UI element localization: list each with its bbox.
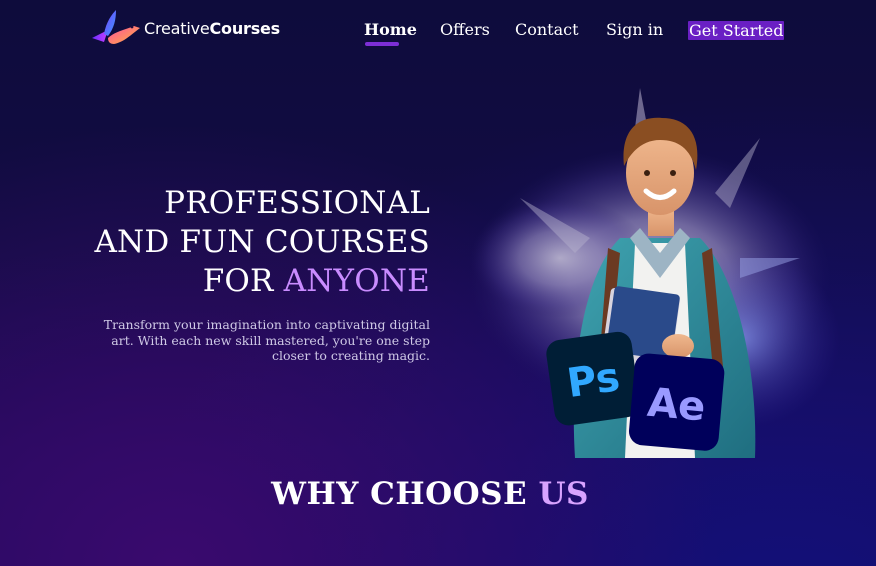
hero-title-line-2: AND FUN COURSES [94, 224, 430, 260]
brand-name-bold: Courses [209, 19, 280, 38]
brand-name: CreativeCourses [144, 19, 280, 38]
section-heading-plain: WHY CHOOSE [271, 476, 539, 512]
nav-link-home[interactable]: Home [364, 20, 417, 39]
brand-name-light: Creative [144, 19, 210, 38]
hero-title-accent: ANYONE [283, 263, 430, 299]
hero-title: PROFESSIONAL AND FUN COURSES FOR ANYONE [10, 184, 430, 301]
bird-logo-icon [92, 10, 140, 44]
photoshop-badge: Ps [546, 331, 640, 426]
active-nav-indicator [365, 42, 399, 46]
hero-title-line-3: FOR [202, 263, 284, 299]
hero-illustration: Ps Ae [470, 88, 840, 458]
hero-description: Transform your imagination into captivat… [103, 317, 430, 363]
section-heading-accent: US [538, 476, 589, 512]
hero-title-line-1: PROFESSIONAL [164, 185, 430, 221]
nav-link-contact[interactable]: Contact [515, 20, 579, 39]
get-started-button[interactable]: Get Started [688, 21, 785, 40]
nav-link-sign-in[interactable]: Sign in [606, 20, 663, 39]
nav-link-offers[interactable]: Offers [440, 20, 490, 39]
brand-logo[interactable]: CreativeCourses [90, 8, 290, 48]
after-effects-icon: Ae [645, 380, 707, 431]
photoshop-icon: Ps [564, 354, 622, 407]
why-choose-us-heading: WHY CHOOSE US [0, 476, 860, 512]
after-effects-badge: Ae [628, 353, 725, 451]
